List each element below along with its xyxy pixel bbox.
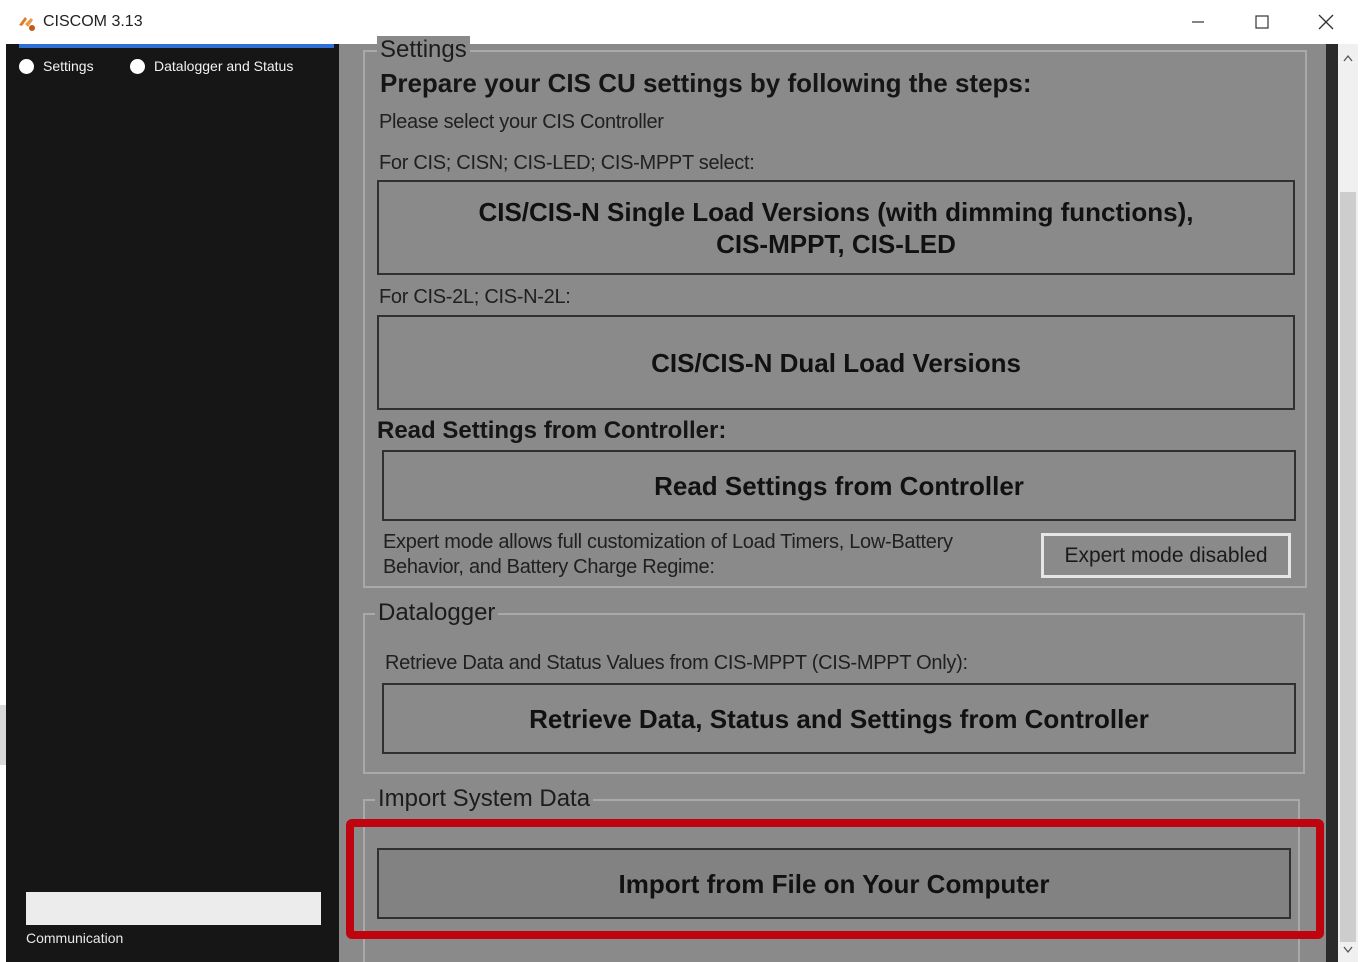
settings-group-legend: Settings [377, 36, 470, 64]
radio-datalogger-status[interactable]: Datalogger and Status [130, 58, 293, 74]
select-controller-text: Please select your CIS Controller [379, 111, 664, 133]
radio-button-icon[interactable] [130, 58, 145, 74]
scroll-up-button[interactable] [1338, 48, 1358, 68]
scrollbar-thumb[interactable] [1340, 192, 1356, 942]
radio-button-icon[interactable] [19, 58, 34, 74]
expert-mode-button[interactable]: Expert mode disabled [1041, 533, 1291, 578]
import-group-legend: Import System Data [375, 785, 594, 813]
radio-settings-label: Settings [43, 58, 94, 74]
app-icon [16, 12, 38, 34]
maximize-icon [1255, 15, 1269, 29]
chevron-down-icon [1343, 946, 1353, 954]
sidebar: Settings Datalogger and Status Communica… [6, 44, 339, 962]
radio-datalogger-label: Datalogger and Status [154, 58, 294, 74]
communication-status-field [26, 892, 321, 925]
window-title: CISCOM 3.13 [43, 13, 143, 30]
vertical-scrollbar[interactable] [1338, 44, 1358, 962]
single-load-button-line1: CIS/CIS-N Single Load Versions (with dim… [478, 196, 1194, 227]
read-settings-heading: Read Settings from Controller: [377, 417, 727, 444]
retrieve-data-button[interactable]: Retrieve Data, Status and Settings from … [382, 683, 1296, 754]
close-icon [1318, 14, 1334, 30]
dual-load-versions-button[interactable]: CIS/CIS-N Dual Load Versions [377, 315, 1295, 410]
single-load-versions-button[interactable]: CIS/CIS-N Single Load Versions (with dim… [377, 180, 1295, 275]
panel-edge [1326, 44, 1338, 962]
radio-settings[interactable]: Settings [19, 58, 94, 74]
single-load-button-line2: CIS-MPPT, CIS-LED [716, 228, 956, 259]
expert-mode-description: Expert mode allows full customization of… [383, 531, 953, 578]
for-2l-label: For CIS-2L; CIS-N-2L: [379, 286, 571, 308]
retrieve-description: Retrieve Data and Status Values from CIS… [385, 652, 968, 674]
minimize-icon [1192, 21, 1204, 23]
minimize-button[interactable] [1168, 0, 1228, 44]
communication-label: Communication [26, 930, 124, 946]
for-cis-label: For CIS; CISN; CIS-LED; CIS-MPPT select: [379, 152, 755, 174]
prepare-heading: Prepare your CIS CU settings by followin… [380, 68, 1032, 98]
close-button[interactable] [1296, 0, 1356, 44]
maximize-button[interactable] [1232, 0, 1292, 44]
main-panel: Settings Prepare your CIS CU settings by… [339, 36, 1326, 962]
sidebar-accent-bar [19, 44, 334, 48]
highlight-annotation [346, 819, 1324, 939]
chevron-up-icon [1343, 54, 1353, 62]
scroll-down-button[interactable] [1338, 940, 1358, 960]
read-settings-button[interactable]: Read Settings from Controller [382, 450, 1296, 521]
datalogger-group-legend: Datalogger [375, 599, 499, 627]
title-bar: CISCOM 3.13 [0, 0, 1364, 44]
